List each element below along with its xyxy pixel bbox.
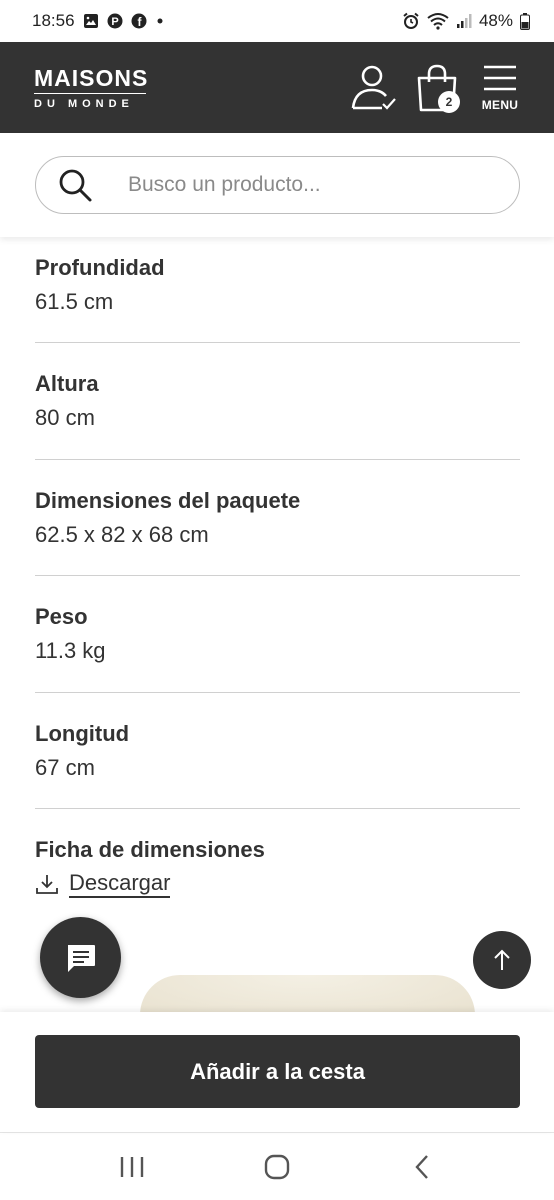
status-time: 18:56 <box>32 11 75 30</box>
divider <box>35 692 520 693</box>
hamburger-icon <box>484 65 516 90</box>
back-button[interactable] <box>392 1137 452 1197</box>
spec-label: Profundidad <box>35 255 165 280</box>
spec-value: 61.5 cm <box>35 289 114 314</box>
svg-text:P: P <box>111 16 118 28</box>
spec-label: Dimensiones del paquete <box>35 488 301 513</box>
signal-icon <box>456 13 472 29</box>
scroll-to-top-button[interactable] <box>473 931 531 989</box>
search-area <box>0 133 554 237</box>
recent-apps-button[interactable] <box>102 1137 162 1197</box>
battery-icon <box>520 12 530 30</box>
account-button[interactable] <box>348 62 400 114</box>
arrow-up-icon <box>494 949 510 970</box>
spec-value: 80 cm <box>35 405 95 430</box>
spec-weight: Peso 11.3 kg <box>35 603 520 665</box>
menu-button[interactable]: MENU <box>480 64 520 112</box>
dimension-sheet-label: Ficha de dimensiones <box>35 837 265 862</box>
back-icon <box>415 1154 428 1179</box>
spec-value: 62.5 x 82 x 68 cm <box>35 522 209 547</box>
divider <box>35 459 520 460</box>
user-check-icon <box>351 65 396 110</box>
spec-value: 67 cm <box>35 755 95 780</box>
recent-apps-icon <box>121 1156 144 1177</box>
status-bar: 18:56 P f 48% <box>0 0 554 42</box>
pinterest-icon: P <box>107 13 123 29</box>
menu-label: MENU <box>481 97 519 112</box>
download-label: Descargar <box>69 870 171 898</box>
spec-dimension-sheet: Ficha de dimensiones Descargar <box>35 836 520 900</box>
home-icon <box>264 1154 290 1179</box>
download-icon <box>36 875 58 894</box>
product-image-texture <box>140 975 475 1015</box>
add-to-cart-bar: Añadir a la cesta <box>0 1012 554 1132</box>
spec-value: 11.3 kg <box>35 638 106 663</box>
chat-icon <box>67 944 95 972</box>
spec-length: Longitud 67 cm <box>35 720 520 782</box>
add-to-cart-button[interactable]: Añadir a la cesta <box>35 1035 520 1108</box>
spec-height: Altura 80 cm <box>35 370 520 432</box>
download-link[interactable]: Descargar <box>35 870 171 898</box>
dot-icon <box>155 16 165 26</box>
site-header: MAISONS DU MONDE 2 MENU <box>0 42 554 133</box>
logo-divider <box>34 92 146 94</box>
divider <box>35 575 520 576</box>
search-icon[interactable] <box>56 166 94 204</box>
maisons-du-monde-logo[interactable]: MAISONS DU MONDE <box>34 66 148 110</box>
search-box[interactable] <box>35 156 520 214</box>
system-nav-bar <box>0 1132 554 1200</box>
logo-top-text: MAISONS <box>34 64 149 91</box>
divider <box>35 808 520 809</box>
spec-label: Peso <box>35 604 88 629</box>
spec-package-dimensions: Dimensiones del paquete 62.5 x 82 x 68 c… <box>35 487 520 549</box>
facebook-icon: f <box>131 13 147 29</box>
battery-percent: 48% <box>478 11 513 30</box>
home-button[interactable] <box>247 1137 307 1197</box>
image-icon <box>83 13 99 29</box>
logo-bottom-text: DU MONDE <box>34 97 134 110</box>
chat-button[interactable] <box>40 917 121 998</box>
spec-label: Longitud <box>35 721 130 746</box>
alarm-icon <box>402 12 420 30</box>
cart-count-badge: 2 <box>438 90 460 113</box>
spec-depth: Profundidad 61.5 cm <box>35 254 520 316</box>
wifi-icon <box>427 12 449 30</box>
spec-label: Altura <box>35 371 99 396</box>
divider <box>35 342 520 343</box>
search-input[interactable] <box>128 173 488 197</box>
cart-button[interactable]: 2 <box>412 61 462 115</box>
